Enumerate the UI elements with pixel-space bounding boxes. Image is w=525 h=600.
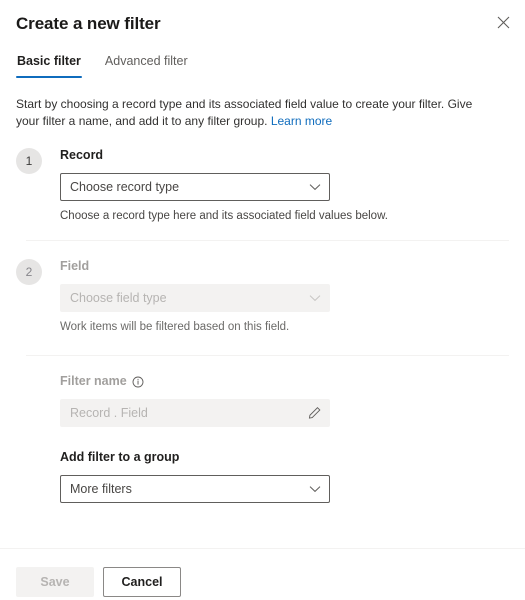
record-type-value: Choose record type [70, 180, 180, 194]
field-type-value: Choose field type [70, 291, 167, 305]
close-glyph [497, 16, 509, 28]
field-type-dropdown[interactable]: Choose field type [60, 284, 330, 312]
dialog-body: Start by choosing a record type and its … [0, 78, 525, 548]
filter-name-section: Filter name Record . Field [16, 356, 509, 427]
step-number-badge: 1 [16, 148, 42, 174]
filter-group-section: Add filter to a group More filters [16, 427, 509, 503]
create-filter-dialog: Create a new filter Basic filter Advance… [0, 0, 525, 600]
page-title: Create a new filter [16, 14, 161, 33]
chevron-down-icon [309, 294, 321, 302]
learn-more-link[interactable]: Learn more [271, 114, 332, 128]
close-icon[interactable] [488, 7, 518, 37]
dialog-header: Create a new filter [0, 0, 525, 35]
record-hint: Choose a record type here and its associ… [60, 210, 388, 222]
dialog-footer: Save Cancel [0, 548, 525, 600]
step-record-content: Record Choose record type Choose a recor… [42, 147, 509, 224]
step-field-content: Field Choose field type Work items will … [42, 258, 509, 335]
filter-name-label: Filter name [60, 374, 127, 388]
filter-name-placeholder: Record . Field [70, 406, 148, 420]
chevron-down-icon [309, 485, 321, 493]
filter-name-input[interactable]: Record . Field [60, 399, 330, 427]
filter-group-label: Add filter to a group [60, 450, 180, 464]
field-hint: Work items will be filtered based on thi… [60, 321, 290, 333]
tab-basic-filter[interactable]: Basic filter [16, 51, 82, 78]
chevron-down-icon [309, 183, 321, 191]
step-record-label: Record [60, 148, 104, 162]
filter-group-value: More filters [70, 482, 132, 496]
cancel-button[interactable]: Cancel [103, 566, 181, 597]
info-icon[interactable] [132, 376, 144, 388]
filter-group-dropdown[interactable]: More filters [60, 475, 330, 503]
step-field: 2 Field Choose field type Work items wil… [16, 241, 509, 335]
intro-description: Start by choosing a record type and its … [16, 97, 473, 128]
save-button[interactable]: Save [16, 566, 94, 597]
pencil-glyph [308, 407, 321, 419]
filter-tabs: Basic filter Advanced filter [0, 51, 525, 78]
record-type-dropdown[interactable]: Choose record type [60, 173, 330, 201]
pencil-icon[interactable] [307, 406, 322, 421]
intro-text: Start by choosing a record type and its … [16, 96, 486, 130]
step-record: 1 Record Choose record type Choose a rec… [16, 130, 509, 224]
info-glyph [132, 376, 144, 387]
tab-advanced-filter[interactable]: Advanced filter [104, 51, 189, 78]
filter-name-label-row: Filter name [60, 373, 509, 390]
step-field-label: Field [60, 259, 90, 273]
step-number-badge: 2 [16, 259, 42, 285]
